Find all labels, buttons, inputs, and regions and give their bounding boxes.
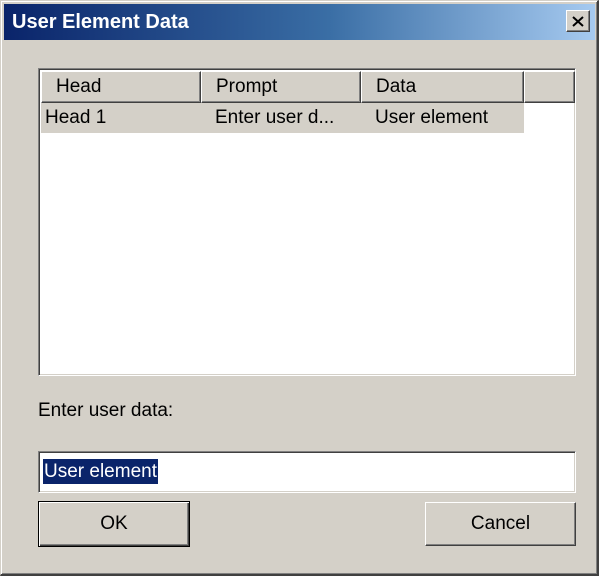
close-icon bbox=[572, 15, 584, 27]
window-title: User Element Data bbox=[12, 11, 189, 33]
column-header-head[interactable]: Head bbox=[41, 71, 201, 103]
list-header: Head Prompt Data bbox=[41, 71, 575, 103]
row-data-cell: User element bbox=[375, 107, 488, 128]
user-data-input[interactable]: User element bbox=[38, 451, 576, 493]
column-header-prompt[interactable]: Prompt bbox=[201, 71, 361, 103]
input-selected-text: User element bbox=[43, 459, 158, 484]
ok-button[interactable]: OK bbox=[38, 501, 190, 547]
enter-user-data-label: Enter user data: bbox=[38, 400, 174, 421]
column-header-filler bbox=[524, 71, 575, 103]
column-header-data[interactable]: Data bbox=[361, 71, 524, 103]
cancel-button[interactable]: Cancel bbox=[425, 502, 576, 546]
row-head-cell: Head 1 bbox=[45, 107, 107, 128]
list-row[interactable]: Head 1 Enter user d... User element bbox=[41, 103, 524, 133]
user-data-list[interactable]: Head Prompt Data Head 1 Enter user d... … bbox=[38, 68, 576, 376]
user-element-data-dialog: User Element Data Head Prompt Data Head … bbox=[0, 0, 599, 576]
close-button[interactable] bbox=[566, 10, 590, 32]
row-prompt-cell: Enter user d... bbox=[215, 107, 335, 128]
title-bar[interactable]: User Element Data bbox=[4, 4, 595, 40]
